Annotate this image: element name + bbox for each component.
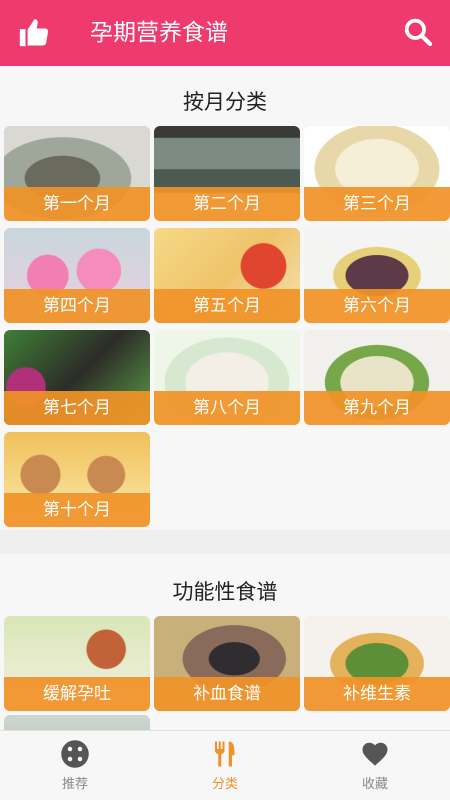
month-label: 第二个月: [154, 187, 300, 221]
month-tile-2[interactable]: 第二个月: [154, 126, 300, 221]
like-button[interactable]: [14, 14, 54, 54]
heart-icon: [359, 739, 391, 769]
function-tile-1[interactable]: 缓解孕吐: [4, 616, 150, 711]
monthly-section-title: 按月分类: [183, 90, 267, 114]
functional-section-title: 功能性食谱: [172, 580, 278, 604]
tab-label: 收藏: [361, 777, 388, 792]
month-tile-4[interactable]: 第四个月: [4, 228, 150, 323]
function-label: 补血食谱: [154, 677, 300, 711]
function-tile-2[interactable]: 补血食谱: [154, 616, 300, 711]
month-tile-8[interactable]: 第八个月: [154, 330, 300, 425]
tab-category[interactable]: 分类: [150, 731, 300, 800]
tab-label: 推荐: [61, 777, 88, 792]
month-label: 第八个月: [154, 391, 300, 425]
month-tile-7[interactable]: 第七个月: [4, 330, 150, 425]
month-label: 第六个月: [304, 289, 450, 323]
content-area[interactable]: 按月分类 第一个月 第二个月 第三个月 第四个月 第五个月 第六个月 第七个月 …: [0, 66, 450, 730]
functional-section: 功能性食谱 缓解孕吐 补血食谱 补维生素: [0, 554, 450, 730]
page-title: 孕期营养食谱: [90, 20, 228, 46]
function-label: 补维生素: [304, 677, 450, 711]
fork-knife-icon: [209, 739, 241, 769]
month-label: 第一个月: [4, 187, 150, 221]
month-label: 第三个月: [304, 187, 450, 221]
search-button[interactable]: [398, 14, 438, 54]
bottom-tab-bar: 推荐 分类 收藏: [0, 730, 450, 800]
function-label: 缓解孕吐: [4, 677, 150, 711]
app-header: 孕期营养食谱: [0, 0, 450, 66]
month-tile-10[interactable]: 第十个月: [4, 432, 150, 527]
food-image: [4, 715, 150, 730]
month-tile-6[interactable]: 第六个月: [304, 228, 450, 323]
function-tile-3[interactable]: 补维生素: [304, 616, 450, 711]
month-tile-9[interactable]: 第九个月: [304, 330, 450, 425]
search-icon: [402, 16, 434, 52]
month-label: 第四个月: [4, 289, 150, 323]
section-divider: [0, 530, 450, 554]
month-tile-1[interactable]: 第一个月: [4, 126, 150, 221]
dice-icon: [59, 739, 91, 769]
month-label: 第十个月: [4, 493, 150, 527]
month-tile-3[interactable]: 第三个月: [304, 126, 450, 221]
month-tile-5[interactable]: 第五个月: [154, 228, 300, 323]
tab-favorites[interactable]: 收藏: [300, 731, 450, 800]
tab-recommend[interactable]: 推荐: [0, 731, 150, 800]
month-label: 第九个月: [304, 391, 450, 425]
monthly-section: 按月分类 第一个月 第二个月 第三个月 第四个月 第五个月 第六个月 第七个月 …: [0, 66, 450, 530]
monthly-grid: 第一个月 第二个月 第三个月 第四个月 第五个月 第六个月 第七个月 第八个月 …: [0, 126, 450, 530]
thumbs-up-icon: [17, 15, 51, 53]
functional-grid: 缓解孕吐 补血食谱 补维生素: [0, 616, 450, 730]
month-label: 第七个月: [4, 391, 150, 425]
month-label: 第五个月: [154, 289, 300, 323]
function-tile-4[interactable]: [4, 715, 150, 730]
tab-label: 分类: [211, 777, 238, 792]
